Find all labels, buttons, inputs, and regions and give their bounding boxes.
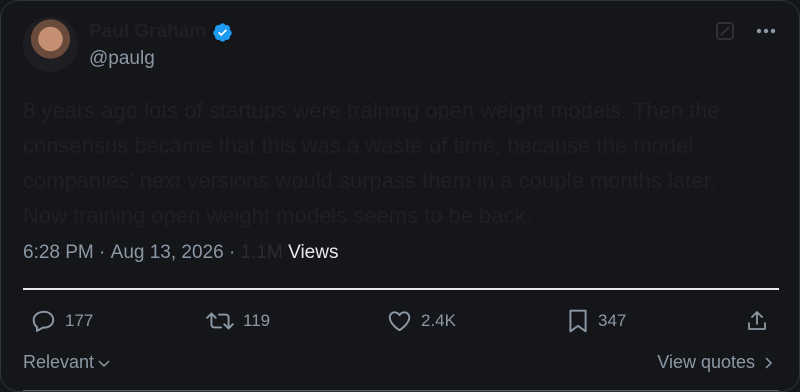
meta-separator: · <box>93 242 111 263</box>
grok-icon[interactable] <box>715 21 735 41</box>
sort-label: Relevant <box>23 352 95 372</box>
views-count: 1.1M <box>240 242 283 263</box>
like-icon <box>388 311 411 332</box>
share-icon <box>748 311 766 330</box>
author-handle[interactable]: @paulg <box>89 48 155 70</box>
repost-icon <box>206 312 234 330</box>
divider <box>23 288 779 290</box>
bookmark-button[interactable]: 347 <box>566 308 626 334</box>
view-quotes-link[interactable]: View quotes <box>657 352 773 373</box>
author-name-row: Paul Graham <box>89 21 233 43</box>
meta-separator: · <box>223 242 241 263</box>
reply-count: 177 <box>65 311 94 330</box>
bookmark-icon <box>569 309 587 333</box>
reply-button[interactable]: 177 <box>31 308 93 334</box>
bookmark-count: 347 <box>598 311 627 330</box>
sort-dropdown[interactable]: Relevant <box>23 352 111 373</box>
views-label: Views <box>282 242 339 263</box>
tweet-meta: 6:28 PM · Aug 13, 2026 · 1.1M Views <box>23 242 338 264</box>
verified-badge-icon <box>213 22 232 42</box>
chevron-down-icon <box>98 359 110 367</box>
top-icons <box>715 21 777 41</box>
more-icon[interactable] <box>755 21 777 41</box>
like-button[interactable]: 2.4K <box>386 308 456 334</box>
avatar[interactable] <box>23 17 78 72</box>
view-quotes-label: View quotes <box>657 352 755 372</box>
author-display-name[interactable]: Paul Graham <box>89 21 206 43</box>
like-count: 2.4K <box>421 311 456 330</box>
repost-count: 119 <box>243 311 271 330</box>
reply-icon <box>32 310 55 332</box>
tweet-text: 8 years ago lots of startups were traini… <box>23 98 720 228</box>
chevron-right-icon <box>765 356 773 369</box>
share-button[interactable] <box>745 308 769 334</box>
tweet-date[interactable]: Aug 13, 2026 <box>111 242 224 264</box>
tweet-card: Paul Graham @paulg 8 years ago lots of s… <box>0 0 800 392</box>
tweet-time[interactable]: 6:28 PM <box>23 242 94 264</box>
action-bar: 177 119 2.4K 347 <box>23 306 779 338</box>
bottom-divider <box>23 390 779 391</box>
repost-button[interactable]: 119 <box>205 308 270 334</box>
